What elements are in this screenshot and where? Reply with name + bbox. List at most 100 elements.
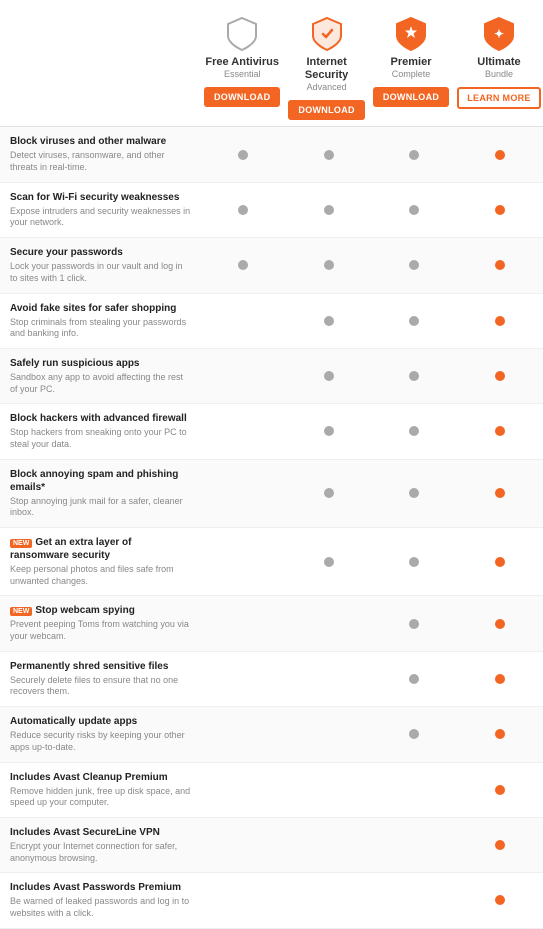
check-cell: [457, 549, 543, 575]
feature-desc: Block viruses and other malwareDetect vi…: [0, 127, 200, 181]
check-cell: [200, 887, 286, 913]
check-dot-none: [238, 674, 248, 684]
check-dot-none: [238, 426, 248, 436]
check-dot-orange: [495, 674, 505, 684]
check-cell: [286, 480, 372, 506]
check-cell: [457, 777, 543, 803]
check-dot-orange: [495, 619, 505, 629]
check-dot-none: [238, 619, 248, 629]
check-cell: [200, 197, 286, 223]
feature-desc: Safely run suspicious appsSandbox any ap…: [0, 349, 200, 403]
feature-title: NEWGet an extra layer of ransomware secu…: [10, 536, 192, 562]
plan-free: Free Antivirus Essential DOWNLOAD: [200, 10, 284, 126]
feature-title: Permanently shred sensitive files: [10, 660, 192, 673]
check-cell: [457, 252, 543, 278]
premier-plan-name: Premier: [391, 56, 432, 69]
check-dot-none: [324, 895, 334, 905]
check-dot-grey: [409, 260, 419, 270]
check-dot-grey: [409, 150, 419, 160]
check-dot-grey: [409, 316, 419, 326]
check-cell: [286, 611, 372, 637]
header-empty: [0, 10, 200, 126]
check-dot-grey: [409, 619, 419, 629]
feature-row: Permanently shred sensitive filesSecurel…: [0, 652, 543, 707]
plan-ultimate: ✦ Ultimate Bundle LEARN MORE: [453, 10, 543, 126]
check-dot-grey: [324, 557, 334, 567]
check-cell: [457, 363, 543, 389]
check-cell: [200, 480, 286, 506]
check-dot-none: [409, 840, 419, 850]
feature-desc: Avoid fake sites for safer shoppingStop …: [0, 294, 200, 348]
check-dot-grey: [409, 426, 419, 436]
feature-row: Automatically update appsReduce security…: [0, 707, 543, 762]
check-cell: [372, 721, 458, 747]
check-cell: [372, 363, 458, 389]
plan-premier: Premier Complete DOWNLOAD: [369, 10, 453, 126]
new-badge: NEW: [10, 539, 32, 548]
check-cell: [457, 666, 543, 692]
check-dot-none: [324, 840, 334, 850]
check-cell: [457, 308, 543, 334]
check-dot-none: [409, 895, 419, 905]
internet-plan-name: Internet Security: [288, 56, 364, 82]
check-cell: [286, 666, 372, 692]
check-dot-none: [238, 316, 248, 326]
check-cell: [457, 832, 543, 858]
check-cell: [286, 363, 372, 389]
premier-plan-sub: Complete: [392, 69, 431, 79]
feature-subtitle: Stop hackers from sneaking onto your PC …: [10, 427, 192, 450]
check-cell: [200, 549, 286, 575]
check-dot-grey: [324, 150, 334, 160]
premier-shield-icon: [395, 16, 427, 52]
check-dot-orange: [495, 316, 505, 326]
ultimate-learn-button[interactable]: LEARN MORE: [457, 87, 541, 109]
feature-title: Includes Avast Passwords Premium: [10, 881, 192, 894]
feature-title: Scan for Wi-Fi security weaknesses: [10, 191, 192, 204]
check-cell: [200, 142, 286, 168]
svg-text:✦: ✦: [494, 27, 504, 41]
feature-row: NEWStop webcam spyingPrevent peeping Tom…: [0, 596, 543, 651]
internet-download-button[interactable]: DOWNLOAD: [288, 100, 364, 120]
check-dot-orange: [495, 205, 505, 215]
check-dot-grey: [238, 150, 248, 160]
feature-desc: Scan for Wi-Fi security weaknesses Expose…: [0, 183, 200, 237]
check-cell: [372, 611, 458, 637]
feature-subtitle: Encrypt your Internet connection for saf…: [10, 841, 192, 864]
check-dot-grey: [238, 260, 248, 270]
check-cell: [286, 777, 372, 803]
feature-title: Includes Avast Cleanup Premium: [10, 771, 192, 784]
check-dot-grey: [409, 557, 419, 567]
check-cell: [200, 721, 286, 747]
feature-title: Secure your passwords: [10, 246, 192, 259]
feature-title: Block annoying spam and phishing emails*: [10, 468, 192, 494]
check-cell: [200, 832, 286, 858]
feature-title: Includes Avast SecureLine VPN: [10, 826, 192, 839]
free-download-button[interactable]: DOWNLOAD: [204, 87, 280, 107]
check-cell: [372, 666, 458, 692]
feature-subtitle: Be warned of leaked passwords and log in…: [10, 896, 192, 919]
feature-row: Block hackers with advanced firewallStop…: [0, 404, 543, 459]
feature-row: Block annoying spam and phishing emails*…: [0, 460, 543, 528]
plan-internet: Internet Security Advanced DOWNLOAD: [284, 10, 368, 126]
plans-header: Free Antivirus Essential DOWNLOAD Intern…: [0, 0, 543, 127]
check-dot-grey: [324, 488, 334, 498]
check-dot-none: [238, 895, 248, 905]
premier-download-button[interactable]: DOWNLOAD: [373, 87, 449, 107]
check-cell: [286, 252, 372, 278]
free-plan-name: Free Antivirus: [205, 56, 279, 69]
feature-subtitle: Expose intruders and security weaknesses…: [10, 206, 192, 229]
internet-plan-sub: Advanced: [307, 82, 347, 92]
ultimate-plan-sub: Bundle: [485, 69, 513, 79]
feature-row: Scan for Wi-Fi security weaknesses Expose…: [0, 183, 543, 238]
check-cell: [457, 887, 543, 913]
check-cell: [286, 549, 372, 575]
check-dot-none: [324, 674, 334, 684]
check-dot-grey: [324, 260, 334, 270]
check-cell: [372, 252, 458, 278]
check-cell: [372, 418, 458, 444]
feature-title: NEWStop webcam spying: [10, 604, 192, 617]
check-dot-grey: [409, 371, 419, 381]
check-dot-orange: [495, 371, 505, 381]
feature-subtitle: Lock your passwords in our vault and log…: [10, 261, 192, 284]
check-cell: [286, 142, 372, 168]
